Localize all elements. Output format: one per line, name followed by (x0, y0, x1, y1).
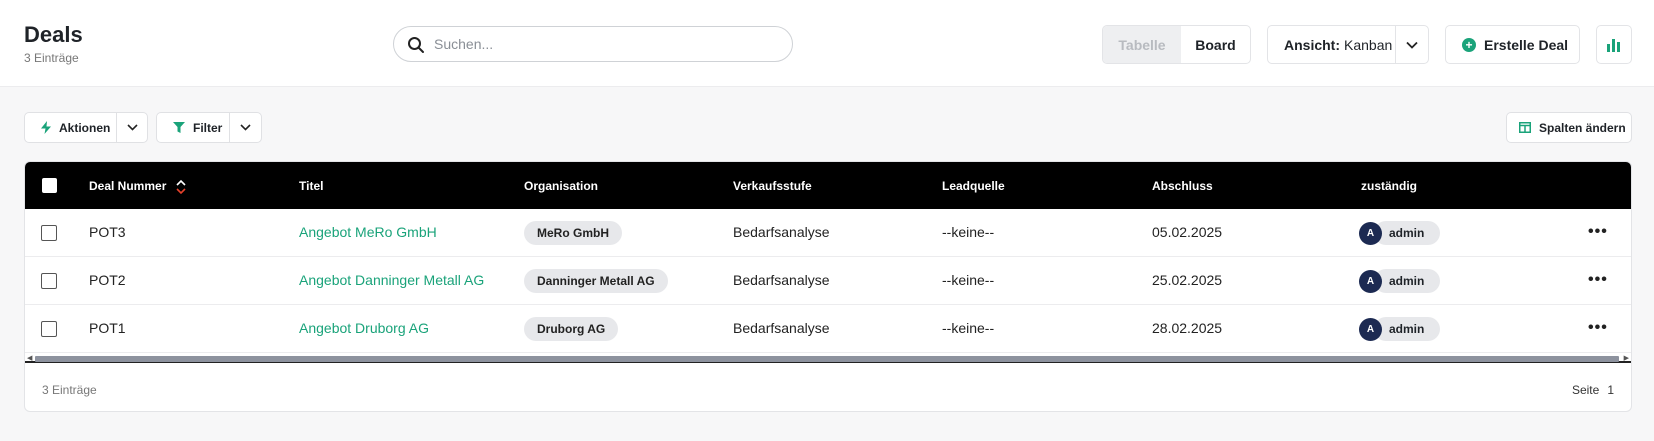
column-title[interactable]: Titel (299, 179, 323, 193)
entry-count: 3 Einträge (24, 51, 79, 65)
top-bar: Deals 3 Einträge Tabelle Board Ansicht: … (0, 0, 1654, 87)
actions-dropdown[interactable] (117, 113, 147, 142)
pagination: Seite 1 (1572, 383, 1614, 397)
page-label: Seite (1571, 383, 1600, 397)
owner-name: admin (1374, 317, 1441, 341)
bar-chart-icon (1607, 38, 1620, 52)
horizontal-scrollbar[interactable]: ◀ ▶ (25, 353, 1631, 363)
column-closing[interactable]: Abschluss (1152, 179, 1213, 193)
view-select[interactable]: Ansicht: Kanban (1267, 25, 1429, 64)
organisation-badge[interactable]: MeRo GmbH (524, 221, 622, 245)
sort-icon[interactable] (176, 179, 186, 195)
column-organisation[interactable]: Organisation (524, 179, 598, 193)
sales-stage: Bedarfsanalyse (733, 224, 830, 240)
owner-chip[interactable]: A admin (1359, 221, 1441, 245)
deal-number: POT3 (89, 224, 126, 240)
deal-title-link[interactable]: Angebot MeRo GmbH (299, 224, 437, 240)
organisation-badge[interactable]: Druborg AG (524, 317, 619, 341)
tab-table[interactable]: Tabelle (1103, 26, 1181, 63)
view-toggle: Tabelle Board (1102, 25, 1251, 64)
filter-dropdown[interactable] (230, 113, 261, 142)
deal-title-link[interactable]: Angebot Druborg AG (299, 320, 429, 336)
more-options-icon[interactable]: ••• (1588, 319, 1608, 337)
column-sales-stage[interactable]: Verkaufsstufe (733, 179, 812, 193)
change-columns-button[interactable]: Spalten ändern (1506, 112, 1632, 143)
avatar: A (1359, 317, 1382, 341)
actions-label: Aktionen (59, 120, 111, 135)
sales-stage: Bedarfsanalyse (733, 272, 830, 288)
column-lead-source[interactable]: Leadquelle (942, 179, 1005, 193)
owner-chip[interactable]: A admin (1359, 269, 1441, 293)
chevron-down-icon (1406, 41, 1418, 49)
owner-name: admin (1374, 269, 1441, 293)
column-deal-number[interactable]: Deal Nummer (89, 179, 186, 195)
table-row[interactable]: POT2 Angebot Danninger Metall AG Danning… (25, 257, 1631, 305)
avatar: A (1359, 221, 1382, 245)
lightning-icon (41, 121, 51, 134)
lead-source: --keine-- (942, 224, 995, 240)
more-options-icon[interactable]: ••• (1588, 223, 1608, 241)
actions-button[interactable]: Aktionen (25, 113, 117, 142)
deal-title-link[interactable]: Angebot Danninger Metall AG (299, 272, 484, 288)
row-checkbox[interactable] (41, 225, 57, 241)
owner-chip[interactable]: A admin (1359, 317, 1441, 341)
filter-label: Filter (193, 120, 223, 135)
statistics-button[interactable] (1596, 25, 1632, 64)
scroll-right-icon[interactable]: ▶ (1624, 354, 1629, 362)
row-checkbox[interactable] (41, 273, 57, 289)
change-columns-label: Spalten ändern (1539, 120, 1626, 135)
closing-date: 05.02.2025 (1152, 224, 1223, 240)
table-row[interactable]: POT3 Angebot MeRo GmbH MeRo GmbH Bedarfs… (25, 209, 1631, 257)
table-row[interactable]: POT1 Angebot Druborg AG Druborg AG Bedar… (25, 305, 1631, 353)
view-select-value: Kanban (1344, 36, 1393, 53)
view-select-toggle[interactable] (1396, 26, 1428, 63)
table-header: Deal Nummer Titel Organisation Verkaufss… (25, 162, 1631, 209)
avatar: A (1359, 269, 1382, 293)
view-select-caption: Ansicht: (1284, 36, 1340, 53)
footer-entry-count: 3 Einträge (42, 383, 97, 397)
deal-number: POT1 (89, 320, 126, 336)
more-options-icon[interactable]: ••• (1588, 271, 1608, 289)
column-deal-number-label: Deal Nummer (89, 179, 167, 194)
scroll-left-icon[interactable]: ◀ (27, 354, 32, 362)
filter-icon (173, 122, 185, 133)
deal-number: POT2 (89, 272, 126, 288)
page-title: Deals (24, 22, 83, 47)
filter-split-button: Filter (156, 112, 262, 143)
lead-source: --keine-- (942, 320, 995, 336)
owner-name: admin (1374, 221, 1441, 245)
search-input[interactable] (434, 34, 774, 54)
view-select-label[interactable]: Ansicht: Kanban (1268, 26, 1396, 63)
column-owner[interactable]: zuständig (1361, 179, 1417, 193)
tab-board[interactable]: Board (1181, 26, 1250, 63)
plus-circle-icon: + (1462, 37, 1476, 52)
row-checkbox[interactable] (41, 321, 57, 337)
select-all-checkbox[interactable] (42, 178, 57, 193)
organisation-badge[interactable]: Danninger Metall AG (524, 269, 668, 293)
search-icon (408, 37, 424, 53)
columns-icon (1519, 122, 1531, 133)
filter-button[interactable]: Filter (157, 113, 230, 142)
actions-split-button: Aktionen (24, 112, 148, 143)
page-number[interactable]: 1 (1607, 383, 1614, 397)
chevron-down-icon (240, 124, 251, 131)
closing-date: 28.02.2025 (1152, 320, 1223, 336)
closing-date: 25.02.2025 (1152, 272, 1223, 288)
chevron-down-icon (126, 124, 138, 131)
sales-stage: Bedarfsanalyse (733, 320, 830, 336)
lead-source: --keine-- (942, 272, 995, 288)
scrollbar-thumb[interactable] (35, 356, 1619, 362)
search-box[interactable] (393, 26, 793, 62)
deals-table: Deal Nummer Titel Organisation Verkaufss… (24, 161, 1632, 412)
create-deal-button[interactable]: + Erstelle Deal (1445, 25, 1580, 64)
create-deal-label: Erstelle Deal (1484, 36, 1569, 53)
